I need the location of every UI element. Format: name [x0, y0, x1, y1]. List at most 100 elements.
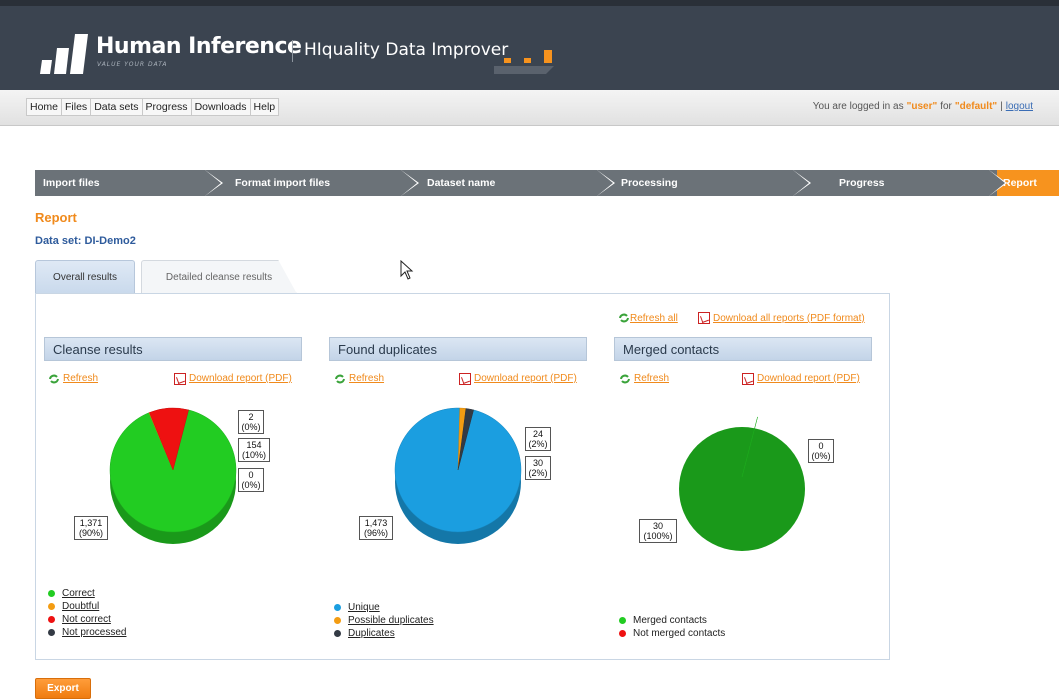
- legend-link-unique[interactable]: Unique: [348, 602, 380, 613]
- page-title: Report: [35, 210, 77, 225]
- callout-not-correct: 154 (10%): [238, 438, 270, 462]
- legend-dot: [48, 603, 55, 610]
- callout-value: 30: [652, 521, 663, 531]
- legend-dot: [48, 590, 55, 597]
- wizard-divider-fill: [793, 170, 809, 196]
- login-for: for: [940, 101, 952, 112]
- callout-doubtful: 2 (0%): [238, 410, 264, 434]
- legend-dot: [619, 630, 626, 637]
- wizard-divider-fill: [205, 170, 221, 196]
- mouse-cursor-icon: [400, 260, 414, 280]
- legend-link-possible-duplicates[interactable]: Possible duplicates: [348, 615, 434, 626]
- callout-pct: (0%): [241, 480, 261, 490]
- callout-pct: (10%): [241, 450, 266, 460]
- legend-label-merged: Merged contacts: [633, 615, 707, 626]
- wizard-step-label: Import files: [43, 177, 100, 189]
- legend-dot: [334, 617, 341, 624]
- logo-icon: [40, 34, 88, 74]
- menu-files[interactable]: Files: [62, 98, 92, 116]
- main-menu: Home Files Data sets Progress Downloads …: [26, 98, 280, 116]
- callout-value: 1,371: [79, 518, 103, 528]
- legend-link-duplicates[interactable]: Duplicates: [348, 628, 395, 639]
- wizard-step-label: Report: [1003, 177, 1037, 189]
- login-user: "user": [906, 101, 938, 112]
- callout-pct: (0%): [811, 451, 831, 461]
- login-tenant: "default": [954, 101, 998, 112]
- callout-not-processed: 0 (0%): [238, 468, 264, 492]
- wizard-step-processing: Processing: [605, 170, 801, 196]
- header-top-strip: [0, 0, 1059, 6]
- tab-overall-results[interactable]: Overall results: [35, 260, 135, 294]
- callout-correct: 1,371 (90%): [74, 516, 108, 540]
- legend-dot: [48, 616, 55, 623]
- menu-data-sets[interactable]: Data sets: [91, 98, 143, 116]
- legend-item: Not merged contacts: [619, 627, 725, 640]
- wizard-divider-fill: [597, 170, 613, 196]
- callout-value: 24: [532, 429, 543, 439]
- login-separator: |: [1000, 101, 1003, 112]
- wizard-step-label: Progress: [839, 177, 885, 189]
- callout-not-merged: 0 (0%): [808, 439, 834, 463]
- legend-merged-contacts: Merged contacts Not merged contacts: [619, 614, 725, 640]
- legend-item: Possible duplicates: [334, 614, 434, 627]
- callout-pct: (90%): [78, 528, 103, 538]
- product-logo-icon: [494, 50, 554, 74]
- wizard-step-dataset-name: Dataset name: [409, 170, 605, 196]
- company-tagline: VALUE YOUR DATA: [97, 61, 168, 68]
- legend-dot: [334, 630, 341, 637]
- wizard-step-label: Format import files: [235, 177, 331, 189]
- app-header: Human Inference VALUE YOUR DATA HIqualit…: [0, 0, 1059, 90]
- callout-unique: 1,473 (96%): [359, 516, 393, 540]
- callout-value: 30: [532, 458, 543, 468]
- callout-pct: (96%): [363, 528, 388, 538]
- product-name: HIquality Data Improver: [304, 40, 509, 60]
- legend-item: Unique: [334, 601, 434, 614]
- menu-progress[interactable]: Progress: [142, 98, 192, 116]
- legend-link-correct[interactable]: Correct: [62, 588, 95, 599]
- wizard-divider-fill: [989, 170, 1005, 196]
- callout-duplicates: 30 (2%): [525, 456, 551, 480]
- legend-item: Not correct: [48, 613, 126, 626]
- legend-label-not-merged: Not merged contacts: [633, 628, 726, 639]
- legend-item: Correct: [48, 587, 126, 600]
- menu-downloads[interactable]: Downloads: [191, 98, 251, 116]
- callout-value: 0: [818, 441, 824, 451]
- wizard-divider-fill: [401, 170, 417, 196]
- callout-possible-duplicates: 24 (2%): [525, 427, 551, 451]
- results-panel: Refresh all Download all reports (PDF fo…: [35, 293, 890, 660]
- legend-item: Duplicates: [334, 627, 434, 640]
- callout-pct: (2%): [528, 468, 548, 478]
- wizard-step-progress: Progress: [801, 170, 997, 196]
- legend-found-duplicates: Unique Possible duplicates Duplicates: [334, 601, 434, 640]
- callout-pct: (100%): [643, 531, 673, 541]
- menu-home[interactable]: Home: [26, 98, 63, 116]
- wizard-steps: Import files Format import files Dataset…: [35, 170, 1059, 196]
- company-name: Human Inference: [96, 34, 302, 59]
- legend-link-not-correct[interactable]: Not correct: [62, 614, 111, 625]
- legend-item: Not processed: [48, 626, 126, 639]
- wizard-step-format-import-files: Format import files: [213, 170, 409, 196]
- menu-bar: Home Files Data sets Progress Downloads …: [0, 90, 1059, 126]
- callout-pct: (2%): [528, 439, 548, 449]
- wizard-step-label: Dataset name: [427, 177, 496, 189]
- dataset-label: Data set: DI-Demo2: [35, 235, 136, 247]
- wizard-step-import-files: Import files: [35, 170, 213, 196]
- legend-link-not-processed[interactable]: Not processed: [62, 627, 126, 638]
- callout-merged: 30 (100%): [639, 519, 677, 543]
- tab-detailed-cleanse-results[interactable]: Detailed cleanse results: [141, 260, 297, 294]
- legend-link-doubtful[interactable]: Doubtful: [62, 601, 99, 612]
- callout-value: 2: [248, 412, 254, 422]
- legend-dot: [48, 629, 55, 636]
- callout-value: 1,473: [364, 518, 388, 528]
- legend-dot: [619, 617, 626, 624]
- menu-help[interactable]: Help: [250, 98, 280, 116]
- callout-value: 0: [248, 470, 254, 480]
- login-prefix: You are logged in as: [812, 101, 904, 112]
- legend-item: Doubtful: [48, 600, 126, 613]
- export-button[interactable]: Export: [35, 678, 91, 699]
- login-status: You are logged in as "user" for "default…: [813, 101, 1033, 112]
- callout-value: 154: [246, 440, 262, 450]
- logout-link[interactable]: logout: [1006, 101, 1033, 112]
- pie-charts: [109, 407, 805, 551]
- pie-side: [679, 427, 805, 551]
